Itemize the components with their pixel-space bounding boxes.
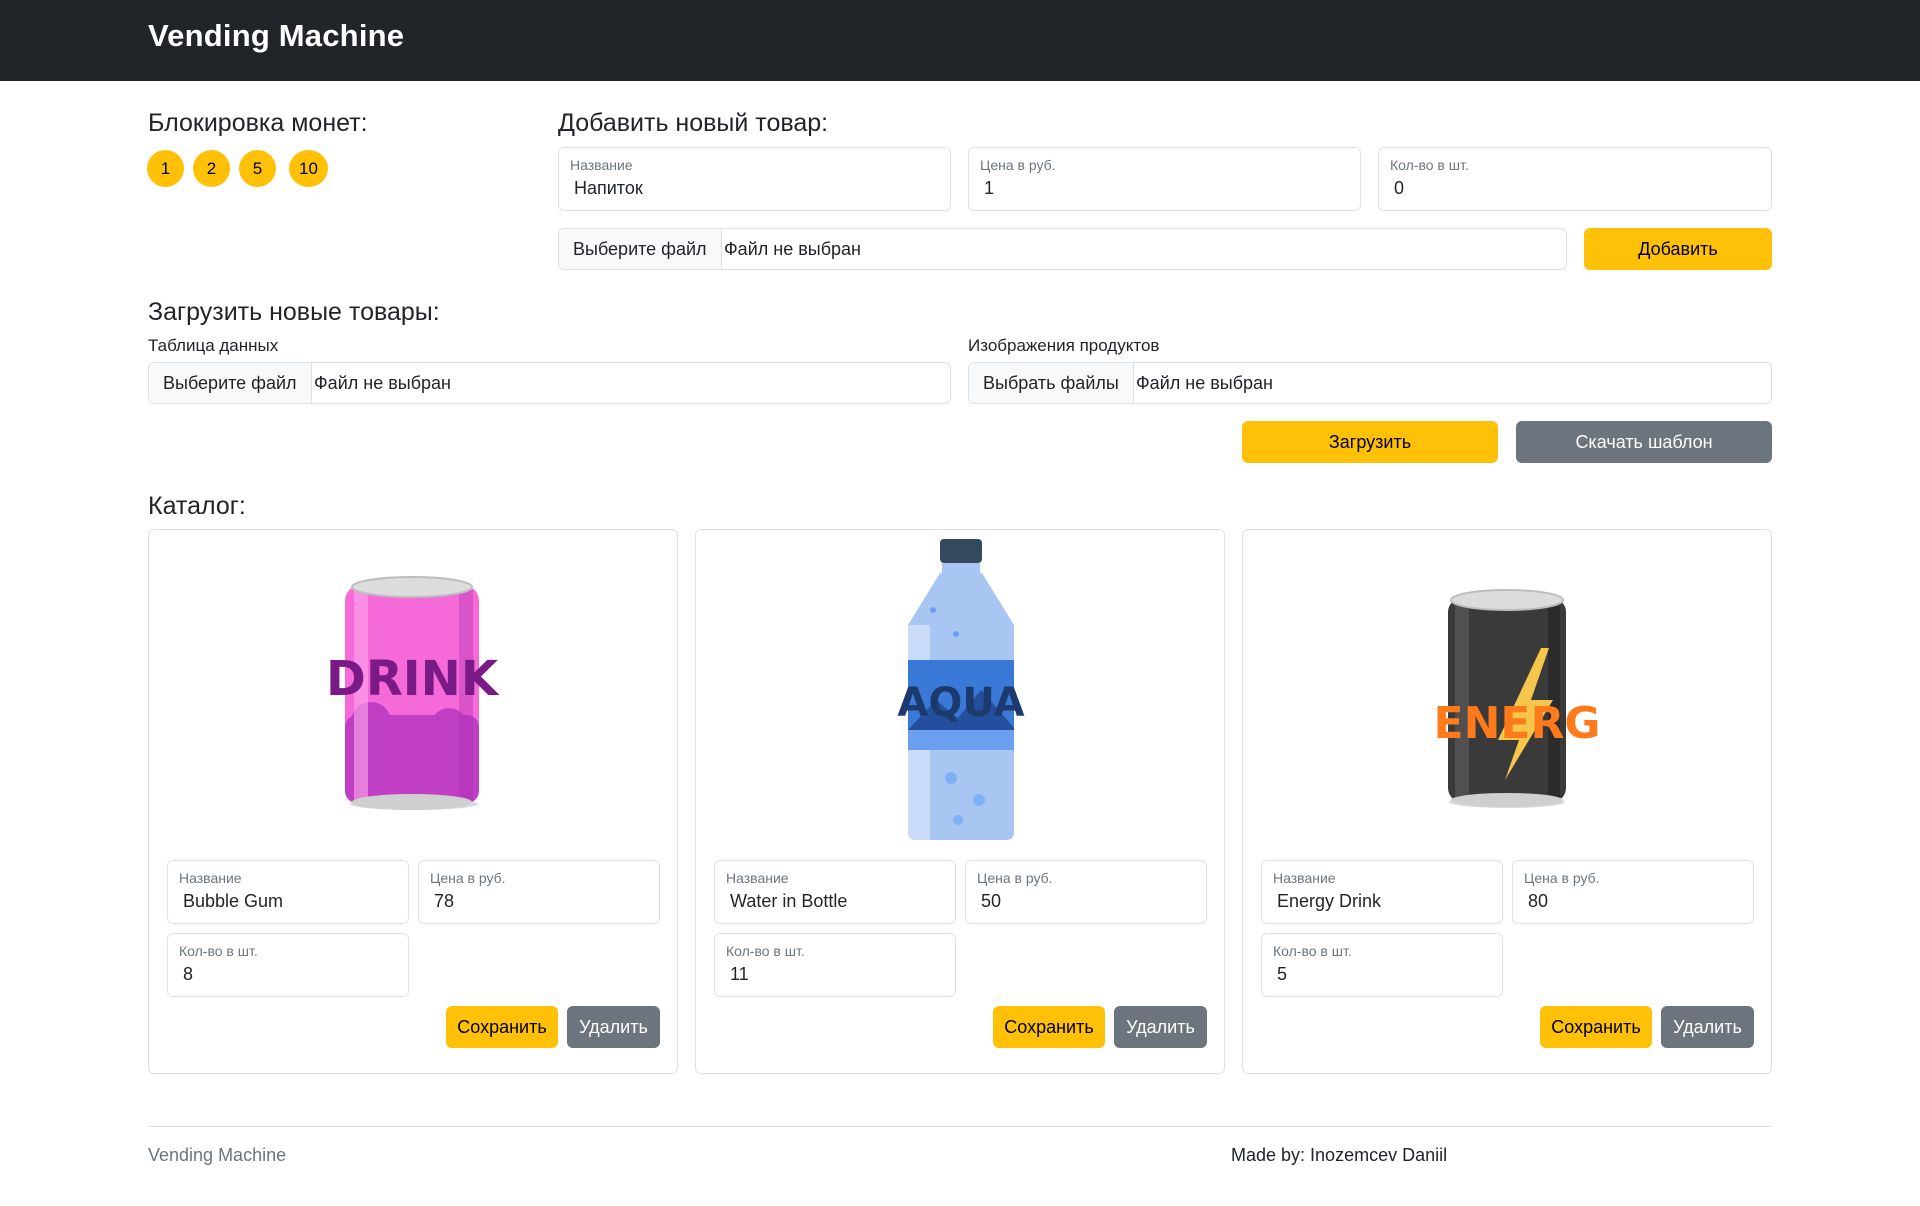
footer-divider (148, 1126, 1772, 1127)
item-qty-label: Кол-во в шт. (179, 943, 258, 959)
add-product-button[interactable]: Добавить (1584, 228, 1772, 270)
item-price-label: Цена в руб. (977, 870, 1053, 886)
price-field-label: Цена в руб. (980, 157, 1056, 173)
file-status-text: Файл не выбран (724, 239, 861, 259)
catalog-item-card: AQUA Название Water in Bottle Цена в руб… (695, 529, 1225, 1074)
item-name-value[interactable]: Bubble Gum (183, 891, 283, 912)
pink-drink-can-icon: DRINK (326, 576, 500, 810)
upload-products-title: Загрузить новые товары: (148, 298, 440, 326)
item-qty-value[interactable]: 11 (730, 964, 749, 985)
data-table-label: Таблица данных (148, 336, 279, 355)
choose-table-file-button[interactable]: Выберите файл (149, 363, 312, 403)
choose-images-files-button[interactable]: Выбрать файлы (969, 363, 1134, 403)
price-field-value[interactable]: 1 (984, 178, 994, 199)
catalog-item-card: DRINK Название Bubble Gum Цена в руб. 78… (148, 529, 678, 1074)
item-qty-value[interactable]: 5 (1277, 964, 1287, 985)
item-price-value[interactable]: 80 (1528, 891, 1548, 912)
new-product-price-field[interactable]: Цена в руб. 1 (968, 147, 1361, 211)
coin-2-toggle[interactable]: 2 (193, 150, 230, 187)
images-file-status-text: Файл не выбран (1136, 373, 1273, 393)
item-price-label: Цена в руб. (1524, 870, 1600, 886)
delete-button[interactable]: Удалить (1661, 1006, 1754, 1048)
can-label-text: DRINK (326, 651, 500, 707)
item-name-label: Название (726, 870, 789, 886)
item-name-value[interactable]: Water in Bottle (730, 891, 847, 912)
coin-1-toggle[interactable]: 1 (147, 150, 184, 187)
table-file-status-text: Файл не выбран (314, 373, 451, 393)
brand-title[interactable]: Vending Machine (148, 18, 404, 54)
coin-5-toggle[interactable]: 5 (239, 150, 276, 187)
water-bottle-icon: AQUA (897, 539, 1025, 840)
save-button[interactable]: Сохранить (446, 1006, 558, 1048)
item-price-field[interactable]: Цена в руб. 80 (1512, 860, 1754, 924)
save-button[interactable]: Сохранить (1540, 1006, 1652, 1048)
bottle-label-text: AQUA (897, 680, 1024, 726)
item-price-value[interactable]: 50 (981, 891, 1001, 912)
item-name-label: Название (1273, 870, 1336, 886)
add-product-title: Добавить новый товар: (558, 109, 829, 137)
item-name-field[interactable]: Название Energy Drink (1261, 860, 1503, 924)
item-name-field[interactable]: Название Bubble Gum (167, 860, 409, 924)
item-qty-field[interactable]: Кол-во в шт. 8 (167, 933, 409, 997)
item-qty-value[interactable]: 8 (183, 964, 193, 985)
item-qty-field[interactable]: Кол-во в шт. 11 (714, 933, 956, 997)
qty-field-value[interactable]: 0 (1394, 178, 1404, 199)
catalog-title: Каталог: (148, 492, 246, 520)
product-images-file-input[interactable]: Выбрать файлы Файл не выбран (968, 362, 1772, 404)
coin-lock-title: Блокировка монет: (148, 109, 368, 137)
item-price-value[interactable]: 78 (434, 891, 454, 912)
new-product-image-file-input[interactable]: Выберите файл Файл не выбран (558, 228, 1567, 270)
product-images-label: Изображения продуктов (968, 336, 1160, 355)
item-price-label: Цена в руб. (430, 870, 506, 886)
item-qty-label: Кол-во в шт. (726, 943, 805, 959)
catalog-item-card: ENERG Название Energy Drink Цена в руб. … (1242, 529, 1772, 1074)
item-price-field[interactable]: Цена в руб. 78 (418, 860, 660, 924)
new-product-name-field[interactable]: Название Напиток (558, 147, 951, 211)
save-button[interactable]: Сохранить (993, 1006, 1105, 1048)
name-field-label: Название (570, 157, 633, 173)
energy-drink-can-icon: ENERG (1434, 589, 1601, 808)
download-template-button[interactable]: Скачать шаблон (1516, 421, 1772, 463)
footer-brand: Vending Machine (148, 1145, 287, 1165)
new-product-qty-field[interactable]: Кол-во в шт. 0 (1378, 147, 1772, 211)
item-qty-field[interactable]: Кол-во в шт. 5 (1261, 933, 1503, 997)
item-price-field[interactable]: Цена в руб. 50 (965, 860, 1207, 924)
data-table-file-input[interactable]: Выберите файл Файл не выбран (148, 362, 951, 404)
footer-author: Made by: Inozemcev Daniil (1231, 1145, 1448, 1165)
item-name-field[interactable]: Название Water in Bottle (714, 860, 956, 924)
delete-button[interactable]: Удалить (1114, 1006, 1207, 1048)
item-name-label: Название (179, 870, 242, 886)
item-qty-label: Кол-во в шт. (1273, 943, 1352, 959)
choose-file-button[interactable]: Выберите файл (559, 229, 722, 269)
upload-button[interactable]: Загрузить (1242, 421, 1498, 463)
navbar: Vending Machine (0, 0, 1920, 81)
coin-10-toggle[interactable]: 10 (289, 150, 328, 187)
can-label-text: ENERG (1434, 698, 1601, 749)
name-field-value[interactable]: Напиток (574, 178, 643, 199)
qty-field-label: Кол-во в шт. (1390, 157, 1469, 173)
delete-button[interactable]: Удалить (567, 1006, 660, 1048)
item-name-value[interactable]: Energy Drink (1277, 891, 1381, 912)
